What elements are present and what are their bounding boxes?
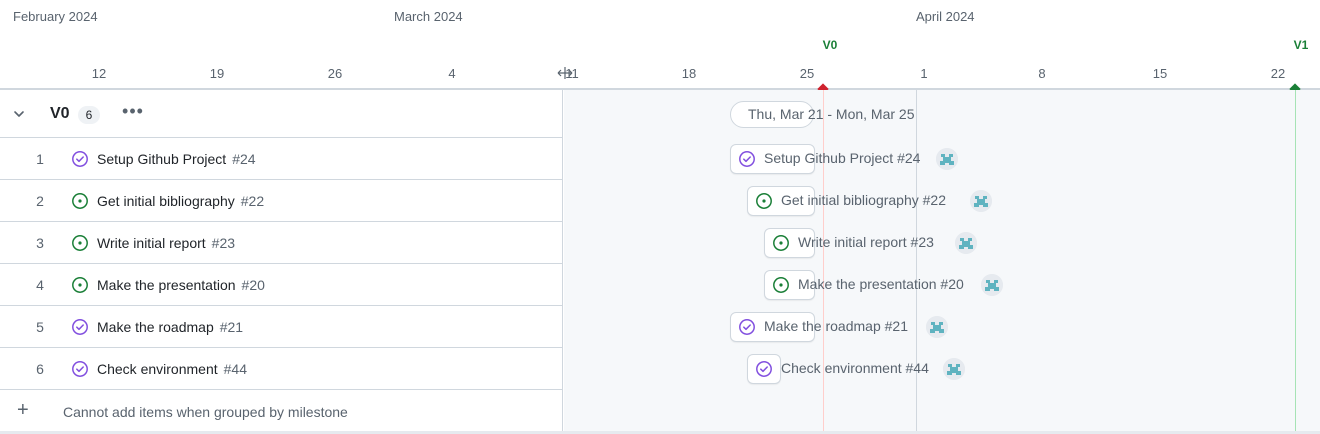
day-label: 12 [91, 66, 107, 81]
row-index: 1 [36, 151, 44, 167]
timeline-bar-label: Setup Github Project #24 [764, 150, 921, 166]
row-index: 5 [36, 319, 44, 335]
item-title: Write initial report [97, 235, 206, 251]
day-label: 8 [1038, 66, 1046, 81]
assignee-avatar[interactable] [943, 358, 965, 380]
issue-opened-icon [772, 276, 790, 294]
items-table: V0 6 ••• 1 Setup Github Project #24 2 Get in… [0, 90, 563, 432]
day-label: 18 [681, 66, 697, 81]
item-title-link[interactable]: Setup Github Project #24 [97, 151, 256, 167]
day-label: 1 [920, 66, 928, 81]
row-index: 4 [36, 277, 44, 293]
item-number: #22 [240, 193, 265, 209]
group-count-badge: 6 [78, 106, 100, 124]
item-title-link[interactable]: Make the roadmap #21 [97, 319, 243, 335]
assignee-avatar[interactable] [955, 232, 977, 254]
plus-icon: + [17, 399, 29, 421]
item-title-link[interactable]: Write initial report #23 [97, 235, 235, 251]
month-divider-line [916, 90, 917, 432]
timeline-bar-label: Get initial bibliography #22 [781, 192, 946, 208]
day-label: 26 [327, 66, 343, 81]
add-item-row: + Cannot add items when grouped by miles… [0, 390, 563, 432]
month-label: April 2024 [916, 9, 975, 24]
assignee-avatar[interactable] [970, 190, 992, 212]
item-number: #44 [223, 361, 247, 377]
table-row[interactable]: 3 Write initial report #23 [0, 222, 563, 264]
issue-opened-icon [772, 234, 790, 252]
table-row[interactable]: 4 Make the presentation #20 [0, 264, 563, 306]
item-title: Make the roadmap [97, 319, 214, 335]
issue-opened-icon [71, 234, 89, 252]
day-label: 15 [1152, 66, 1168, 81]
item-title: Setup Github Project [97, 151, 227, 167]
assignee-avatar[interactable] [926, 316, 948, 338]
month-label: February 2024 [13, 9, 98, 24]
timeline-bar-label: Make the roadmap #21 [764, 318, 908, 334]
timeline-bar-label: Make the presentation #20 [798, 276, 964, 292]
item-number: #23 [211, 235, 236, 251]
assignee-avatar[interactable] [936, 148, 958, 170]
month-label: March 2024 [394, 9, 463, 24]
issue-closed-icon [738, 150, 756, 168]
timeline-bar-label: Write initial report #23 [798, 234, 934, 250]
item-title-link[interactable]: Get initial bibliography #22 [97, 193, 264, 209]
group-date-range: Thu, Mar 21 - Mon, Mar 25 [748, 106, 915, 122]
issue-closed-icon [738, 318, 756, 336]
item-title: Make the presentation [97, 277, 236, 293]
timeline-canvas: Thu, Mar 21 - Mon, Mar 25 Setup Github P… [564, 90, 1320, 432]
table-row[interactable]: 5 Make the roadmap #21 [0, 306, 563, 348]
milestone-label-v1[interactable]: V1 [1294, 38, 1309, 52]
milestone-line-v0 [823, 90, 824, 432]
item-number: #20 [241, 277, 265, 293]
issue-opened-icon [71, 192, 89, 210]
issue-opened-icon [71, 276, 89, 294]
day-label: 19 [209, 66, 225, 81]
day-label: 22 [1270, 66, 1286, 81]
table-row[interactable]: 2 Get initial bibliography #22 [0, 180, 563, 222]
row-index: 3 [36, 235, 44, 251]
item-title-link[interactable]: Check environment #44 [97, 361, 247, 377]
issue-closed-icon [71, 318, 89, 336]
item-title-link[interactable]: Make the presentation #20 [97, 277, 265, 293]
column-resize-handle-icon[interactable] [557, 66, 573, 83]
timeline-header: February 2024 March 2024 April 2024 12 1… [0, 0, 1320, 95]
issue-opened-icon [755, 192, 773, 210]
table-row[interactable]: 6 Check environment #44 [0, 348, 563, 390]
issue-closed-icon [755, 360, 773, 378]
table-row[interactable]: 1 Setup Github Project #24 [0, 138, 563, 180]
timeline-bar[interactable] [747, 354, 781, 384]
group-header-row: V0 6 ••• [0, 90, 563, 138]
kebab-horizontal-icon[interactable]: ••• [120, 102, 146, 124]
chevron-down-icon[interactable] [10, 105, 28, 123]
day-label: 25 [799, 66, 815, 81]
item-title: Check environment [97, 361, 218, 377]
milestone-label-v0[interactable]: V0 [823, 38, 838, 52]
issue-closed-icon [71, 360, 89, 378]
issue-closed-icon [71, 150, 89, 168]
milestone-line-v1 [1295, 90, 1296, 432]
day-label: 4 [448, 66, 456, 81]
item-number: #21 [219, 319, 244, 335]
item-title: Get initial bibliography [97, 193, 235, 209]
group-title: V0 [50, 105, 70, 122]
row-index: 6 [36, 361, 44, 377]
add-item-disabled-text: Cannot add items when grouped by milesto… [63, 404, 348, 420]
row-index: 2 [36, 193, 44, 209]
assignee-avatar[interactable] [981, 274, 1003, 296]
timeline-bar-label: Check environment #44 [781, 360, 929, 376]
item-number: #24 [232, 151, 256, 167]
